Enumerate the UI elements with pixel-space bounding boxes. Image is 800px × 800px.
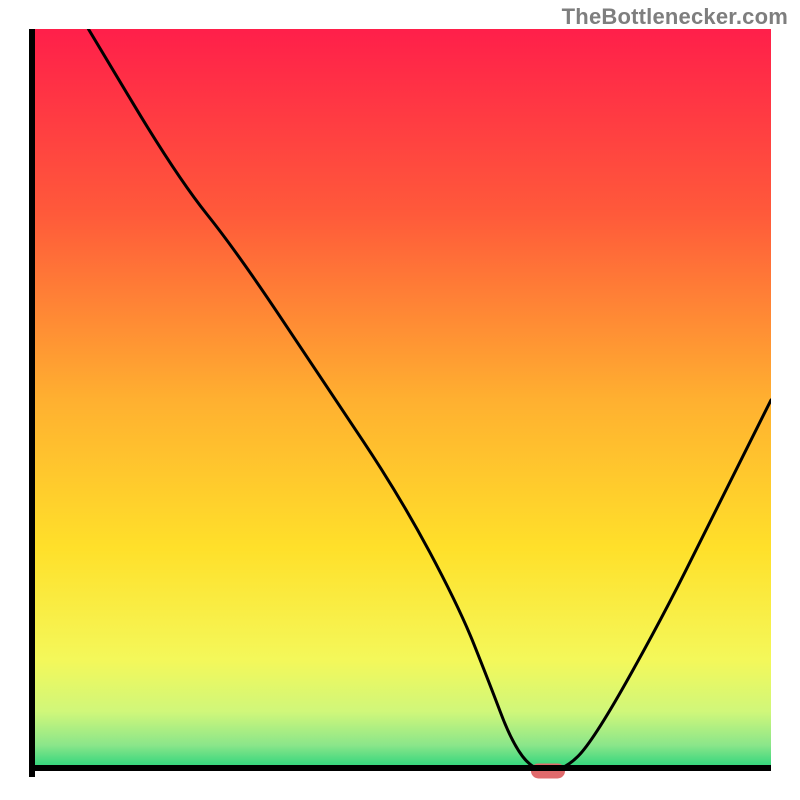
y-axis <box>29 29 35 777</box>
bottleneck-chart: TheBottlenecker.com <box>0 0 800 800</box>
x-axis <box>29 765 771 771</box>
watermark-text: TheBottlenecker.com <box>562 4 788 30</box>
curve-layer <box>29 29 771 771</box>
plot-area <box>29 29 771 771</box>
